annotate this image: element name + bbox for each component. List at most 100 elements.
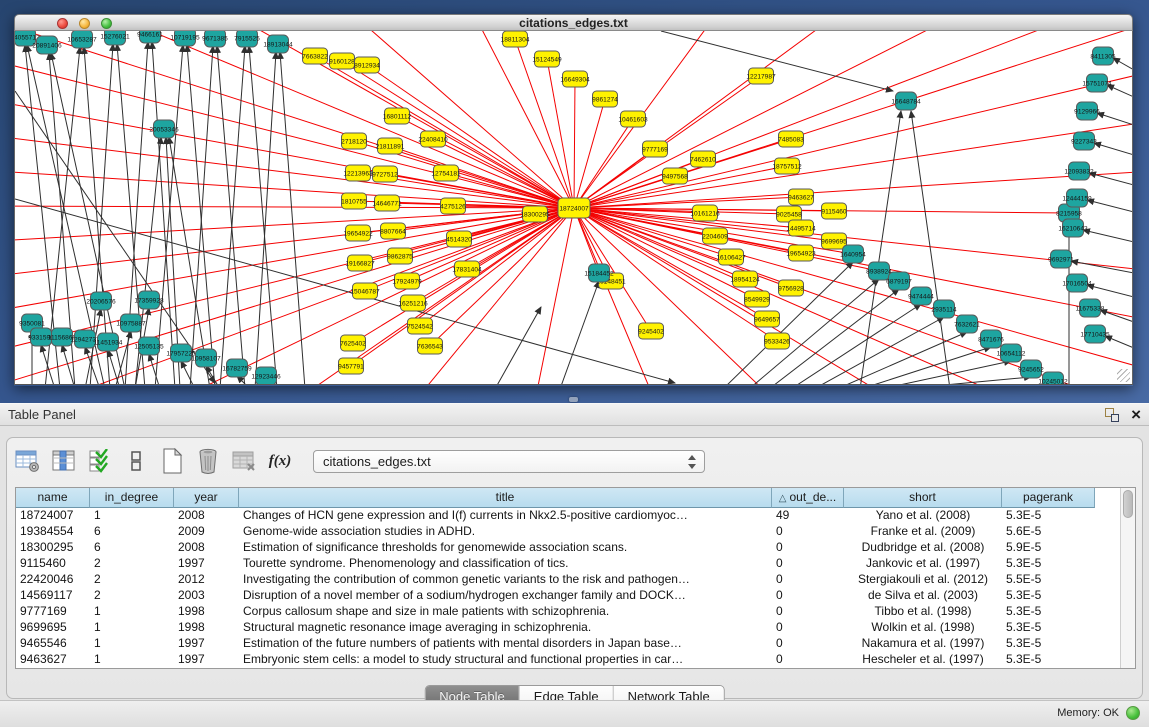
table-row[interactable]: 946362711997Embryonic stem cells: a mode… <box>16 652 1095 668</box>
svg-text:10653287: 10653287 <box>67 36 97 43</box>
svg-text:18724007: 18724007 <box>559 205 589 212</box>
cell-title: Changes of HCN gene expression and I(f) … <box>239 508 772 524</box>
svg-text:9727512: 9727512 <box>372 171 398 178</box>
column-header-out_de[interactable]: △out_de... <box>772 488 844 508</box>
column-header-in_degree[interactable]: in_degree <box>90 488 174 508</box>
cell-name: 18300295 <box>16 540 90 556</box>
cell-in_degree: 1 <box>90 604 174 620</box>
svg-text:8549929: 8549929 <box>744 296 770 303</box>
create-column-icon[interactable] <box>159 448 185 474</box>
cell-year: 1997 <box>174 556 239 572</box>
memory-status-icon <box>1126 706 1140 720</box>
function-builder-icon[interactable]: f(x) <box>267 448 293 474</box>
window-titlebar[interactable]: citations_edges.txt <box>14 14 1133 31</box>
svg-text:9861274: 9861274 <box>592 96 618 103</box>
cell-out_de: 49 <box>772 508 844 524</box>
table-row[interactable]: 977716911998Corpus callosum shape and si… <box>16 604 1095 620</box>
scrollbar-thumb[interactable] <box>1123 490 1133 518</box>
table-panel-body: f(x) citations_edges.txt namein_degreeye… <box>0 426 1149 700</box>
svg-text:18811304: 18811304 <box>501 36 530 43</box>
svg-text:9463627: 9463627 <box>788 194 814 201</box>
table-row[interactable]: 911546021997Tourette syndrome. Phenomeno… <box>16 556 1095 572</box>
network-canvas-svg: 1830029576638229160128891293427181201221… <box>15 31 1133 385</box>
svg-text:10975887: 10975887 <box>116 320 146 327</box>
network-canvas[interactable]: 1830029576638229160128891293427181201221… <box>14 31 1133 385</box>
svg-text:11675338: 11675338 <box>1076 305 1105 312</box>
cell-out_de: 0 <box>772 572 844 588</box>
cell-year: 2008 <box>174 508 239 524</box>
table-row[interactable]: 1938455462009Genome-wide association stu… <box>16 524 1095 540</box>
svg-text:17831404: 17831404 <box>452 266 482 273</box>
svg-text:4514320: 4514320 <box>446 236 472 243</box>
table-row[interactable]: 1456911722003Disruption of a novel membe… <box>16 588 1095 604</box>
svg-text:9227343: 9227343 <box>1071 138 1097 145</box>
cell-out_de: 0 <box>772 636 844 652</box>
cell-in_degree: 1 <box>90 620 174 636</box>
show-columns-icon[interactable] <box>51 448 77 474</box>
svg-text:8411305: 8411305 <box>1090 53 1116 60</box>
cell-title: Investigating the contribution of common… <box>239 572 772 588</box>
svg-text:9160128: 9160128 <box>329 58 355 65</box>
float-panel-icon[interactable] <box>1105 408 1119 422</box>
row-height-icon[interactable] <box>123 448 149 474</box>
node-table[interactable]: namein_degreeyeartitle△out_de...shortpag… <box>15 487 1136 669</box>
svg-text:1640954: 1640954 <box>840 251 866 258</box>
svg-text:9466161: 9466161 <box>137 31 163 38</box>
cell-name: 18724007 <box>16 508 90 524</box>
cell-short: Franke et al. (2009) <box>844 524 1002 540</box>
cell-year: 1998 <box>174 604 239 620</box>
svg-text:9497568: 9497568 <box>662 173 688 180</box>
svg-text:9756928: 9756928 <box>778 285 804 292</box>
cell-in_degree: 2 <box>90 556 174 572</box>
table-panel-titlebar: Table Panel × <box>0 403 1149 426</box>
svg-text:9350081: 9350081 <box>19 320 45 327</box>
cell-out_de: 0 <box>772 652 844 668</box>
column-header-short[interactable]: short <box>844 488 1002 508</box>
table-select-dropdown[interactable]: citations_edges.txt <box>313 450 705 473</box>
cell-name: 9463627 <box>16 652 90 668</box>
window-title: citations_edges.txt <box>15 16 1132 30</box>
table-row[interactable]: 2242004622012Investigating the contribut… <box>16 572 1095 588</box>
cell-short: Nakamura et al. (1997) <box>844 636 1002 652</box>
svg-text:8912934: 8912934 <box>354 62 380 69</box>
table-mode-icon[interactable] <box>15 448 41 474</box>
svg-text:7524542: 7524542 <box>407 323 433 330</box>
svg-text:12923446: 12923446 <box>251 373 281 380</box>
table-row[interactable]: 946554611997Estimation of the future num… <box>16 636 1095 652</box>
table-select-value: citations_edges.txt <box>323 454 431 469</box>
svg-text:9699695: 9699695 <box>821 238 847 245</box>
cell-in_degree: 2 <box>90 572 174 588</box>
table-row[interactable]: 969969511998Structural magnetic resonanc… <box>16 620 1095 636</box>
cell-title: Corpus callosum shape and size in male p… <box>239 604 772 620</box>
window-resize-grip[interactable] <box>1117 369 1130 382</box>
delete-table-icon[interactable] <box>231 448 257 474</box>
table-vertical-scrollbar[interactable] <box>1120 488 1135 668</box>
panel-splitter-handle[interactable] <box>569 397 578 402</box>
svg-text:9692971: 9692971 <box>1048 256 1074 263</box>
column-header-title[interactable]: title <box>239 488 772 508</box>
svg-text:10161216: 10161216 <box>690 210 720 217</box>
svg-text:16801112: 16801112 <box>383 113 412 120</box>
svg-text:12213963: 12213963 <box>343 170 373 177</box>
close-panel-icon[interactable]: × <box>1131 405 1141 425</box>
column-header-name[interactable]: name <box>16 488 90 508</box>
cell-name: 19384554 <box>16 524 90 540</box>
table-row[interactable]: 1830029562008Estimation of significance … <box>16 540 1095 556</box>
svg-text:19166827: 19166827 <box>345 260 375 267</box>
svg-text:20891406: 20891406 <box>32 42 62 49</box>
svg-text:6879197: 6879197 <box>886 278 912 285</box>
cell-name: 14569117 <box>16 588 90 604</box>
network-view-window[interactable]: citations_edges.txt 18300295766382291601… <box>14 14 1133 386</box>
delete-column-icon[interactable] <box>195 448 221 474</box>
table-body: 18724007 1 2008Changes of HCN gene express… <box>16 508 1095 668</box>
svg-text:16210643: 16210643 <box>1058 225 1088 232</box>
column-header-pagerank[interactable]: pagerank <box>1002 488 1095 508</box>
column-header-year[interactable]: year <box>174 488 239 508</box>
table-row[interactable]: 1872400712008Changes of HCN gene express… <box>16 508 1095 524</box>
cell-short: Stergiakouli et al. (2012) <box>844 572 1002 588</box>
cell-name: 9115460 <box>16 556 90 572</box>
svg-text:16106427: 16106427 <box>716 254 746 261</box>
select-columns-icon[interactable] <box>87 448 113 474</box>
cell-name: 22420046 <box>16 572 90 588</box>
cell-pagerank: 5.5E-5 <box>1002 572 1095 588</box>
